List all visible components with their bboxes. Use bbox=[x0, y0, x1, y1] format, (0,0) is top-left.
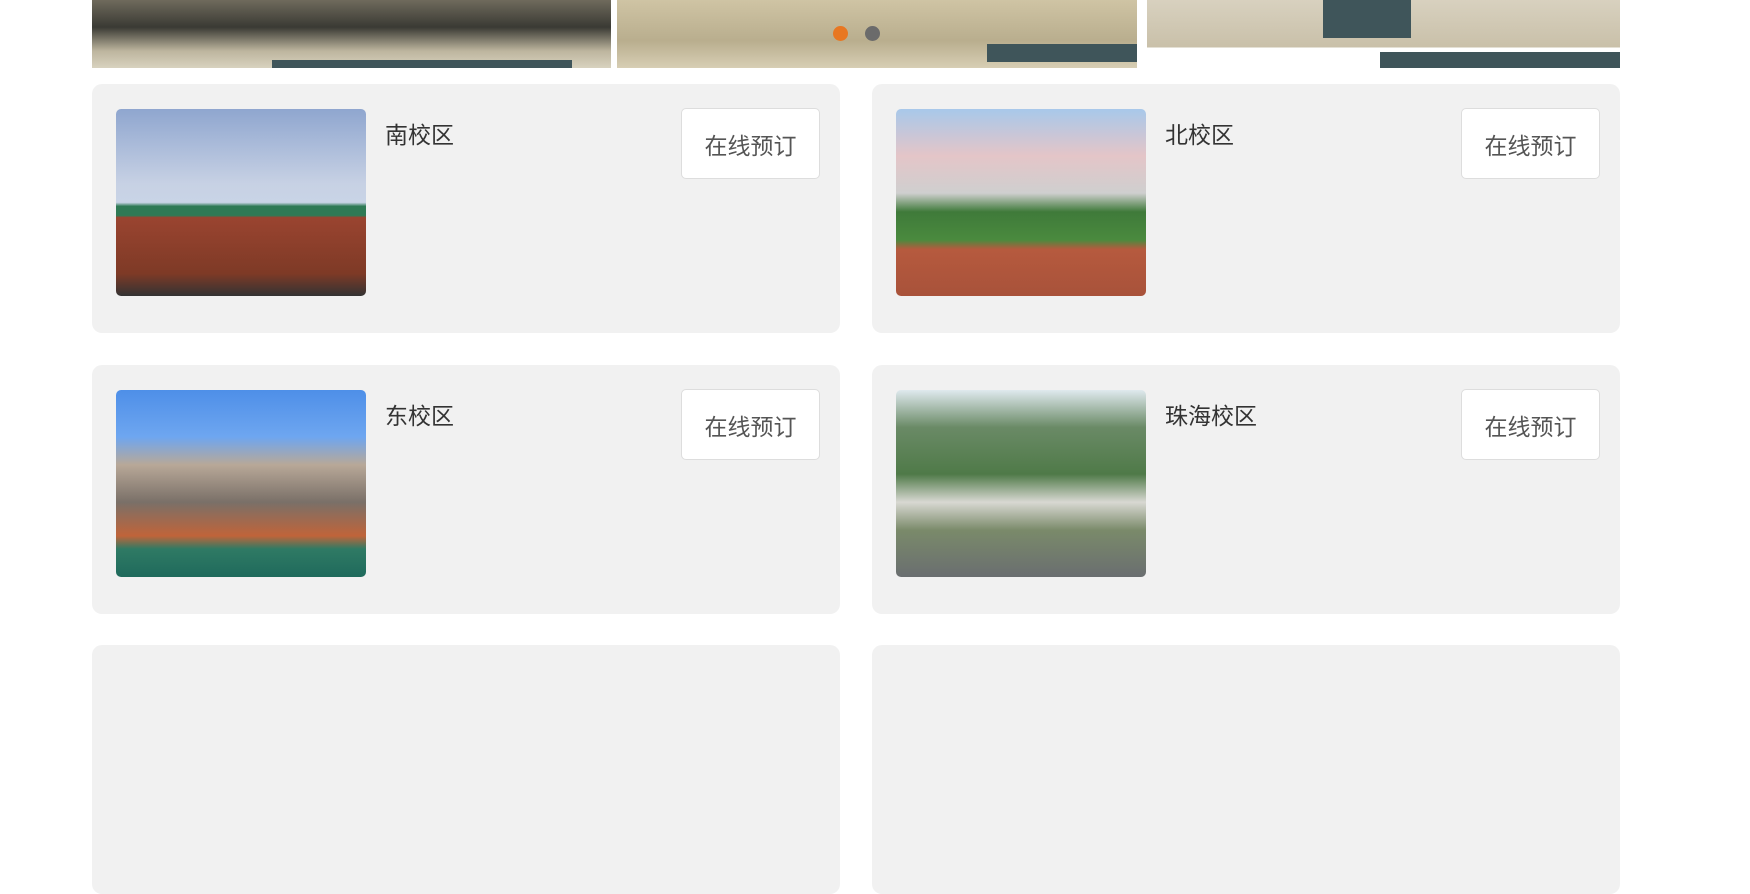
campus-photo bbox=[116, 109, 366, 296]
banner-photo-parade bbox=[92, 0, 611, 68]
campus-card-partial bbox=[872, 645, 1620, 894]
campus-photo bbox=[116, 390, 366, 577]
campus-name: 珠海校区 bbox=[1165, 404, 1257, 430]
carousel-dot-2[interactable] bbox=[865, 26, 880, 41]
campus-card-east: 东校区 在线预订 bbox=[92, 365, 840, 614]
campus-card-north: 北校区 在线预订 bbox=[872, 84, 1620, 333]
book-online-button[interactable]: 在线预订 bbox=[681, 389, 820, 460]
carousel-indicators bbox=[833, 26, 880, 41]
book-online-button[interactable]: 在线预订 bbox=[1461, 108, 1600, 179]
campus-card-partial bbox=[92, 645, 840, 894]
campus-name: 南校区 bbox=[385, 123, 454, 149]
campus-card-south: 南校区 在线预订 bbox=[92, 84, 840, 333]
campus-name: 北校区 bbox=[1165, 123, 1234, 149]
book-online-button[interactable]: 在线预订 bbox=[681, 108, 820, 179]
carousel-dot-1[interactable] bbox=[833, 26, 848, 41]
banner-photo-documents bbox=[1147, 0, 1620, 68]
campus-photo bbox=[896, 390, 1146, 577]
campus-card-zhuhai: 珠海校区 在线预订 bbox=[872, 365, 1620, 614]
campus-photo bbox=[896, 109, 1146, 296]
campus-name: 东校区 bbox=[385, 404, 454, 430]
book-online-button[interactable]: 在线预订 bbox=[1461, 389, 1600, 460]
